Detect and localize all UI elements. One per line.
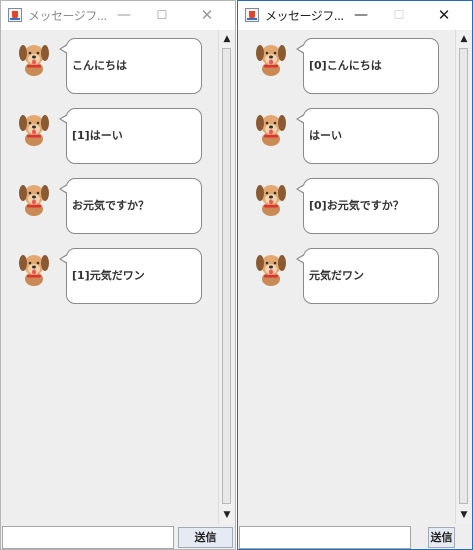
message-text: 元気だワン bbox=[309, 269, 364, 282]
dog-avatar-icon bbox=[256, 115, 286, 146]
message-text: はーい bbox=[309, 129, 342, 142]
dog-avatar-icon bbox=[19, 115, 49, 146]
dog-avatar-icon bbox=[19, 255, 49, 286]
java-app-icon bbox=[8, 8, 22, 22]
message-item: こんにちは bbox=[1, 30, 218, 94]
message-bubble: [0]お元気ですか？ bbox=[296, 178, 439, 234]
close-button[interactable]: ✕ bbox=[192, 4, 222, 26]
scroll-down-arrow-icon[interactable]: ▼ bbox=[456, 507, 472, 523]
message-bubble: お元気ですか？ bbox=[59, 178, 202, 234]
title-bar[interactable]: メッセージフ... — ☐ ✕ bbox=[1, 1, 235, 30]
dog-avatar-icon bbox=[19, 185, 49, 216]
chat-window-right: メッセージフ... — ☐ ✕ [0]こんにちは はーい [0]お元気ですか？ … bbox=[237, 0, 473, 550]
message-item: 元気だワン bbox=[238, 240, 455, 304]
minimize-button[interactable]: — bbox=[346, 4, 376, 26]
window-title: メッセージフ... bbox=[28, 9, 107, 23]
message-item: [1]元気だワン bbox=[1, 240, 218, 304]
message-bubble: [1]はーい bbox=[59, 108, 202, 164]
message-text: お元気ですか？ bbox=[72, 199, 149, 212]
message-item: [1]はーい bbox=[1, 100, 218, 164]
message-input[interactable] bbox=[2, 526, 174, 549]
message-text: [0]こんにちは bbox=[309, 59, 382, 72]
input-row: 送信 bbox=[238, 526, 472, 549]
message-item: [0]お元気ですか？ bbox=[238, 170, 455, 234]
dog-avatar-icon bbox=[256, 45, 286, 76]
chat-window-left: メッセージフ... — ☐ ✕ こんにちは [1]はーい お元気ですか？ [1]… bbox=[0, 0, 236, 550]
message-text: [1]元気だワン bbox=[72, 269, 145, 282]
message-item: お元気ですか？ bbox=[1, 170, 218, 234]
message-input[interactable] bbox=[239, 526, 411, 549]
title-bar[interactable]: メッセージフ... — ☐ ✕ bbox=[238, 1, 472, 30]
message-bubble: はーい bbox=[296, 108, 439, 164]
message-bubble: こんにちは bbox=[59, 38, 202, 94]
scroll-thumb[interactable] bbox=[459, 48, 468, 504]
maximize-button[interactable]: ☐ bbox=[147, 4, 177, 26]
message-bubble: [0]こんにちは bbox=[296, 38, 439, 94]
message-item: [0]こんにちは bbox=[238, 30, 455, 94]
message-bubble: [1]元気だワン bbox=[59, 248, 202, 304]
vertical-scrollbar[interactable]: ▲ ▼ bbox=[218, 30, 235, 524]
message-item: はーい bbox=[238, 100, 455, 164]
vertical-scrollbar[interactable]: ▲ ▼ bbox=[455, 30, 472, 524]
send-button[interactable]: 送信 bbox=[428, 527, 455, 548]
message-list: [0]こんにちは はーい [0]お元気ですか？ 元気だワン bbox=[238, 30, 455, 522]
message-bubble: 元気だワン bbox=[296, 248, 439, 304]
scroll-thumb[interactable] bbox=[222, 48, 231, 504]
scroll-up-arrow-icon[interactable]: ▲ bbox=[219, 31, 235, 47]
input-row: 送信 bbox=[1, 526, 235, 549]
message-list: こんにちは [1]はーい お元気ですか？ [1]元気だワン bbox=[1, 30, 218, 522]
message-text: [0]お元気ですか？ bbox=[309, 199, 404, 212]
maximize-button[interactable]: ☐ bbox=[384, 4, 414, 26]
scroll-up-arrow-icon[interactable]: ▲ bbox=[456, 31, 472, 47]
dog-avatar-icon bbox=[256, 255, 286, 286]
message-text: [1]はーい bbox=[72, 129, 123, 142]
minimize-button[interactable]: — bbox=[109, 4, 139, 26]
close-button[interactable]: ✕ bbox=[429, 4, 459, 26]
dog-avatar-icon bbox=[256, 185, 286, 216]
scroll-down-arrow-icon[interactable]: ▼ bbox=[219, 507, 235, 523]
message-text: こんにちは bbox=[72, 59, 127, 72]
window-title: メッセージフ... bbox=[265, 9, 344, 23]
dog-avatar-icon bbox=[19, 45, 49, 76]
java-app-icon bbox=[245, 8, 259, 22]
send-button[interactable]: 送信 bbox=[178, 527, 233, 548]
